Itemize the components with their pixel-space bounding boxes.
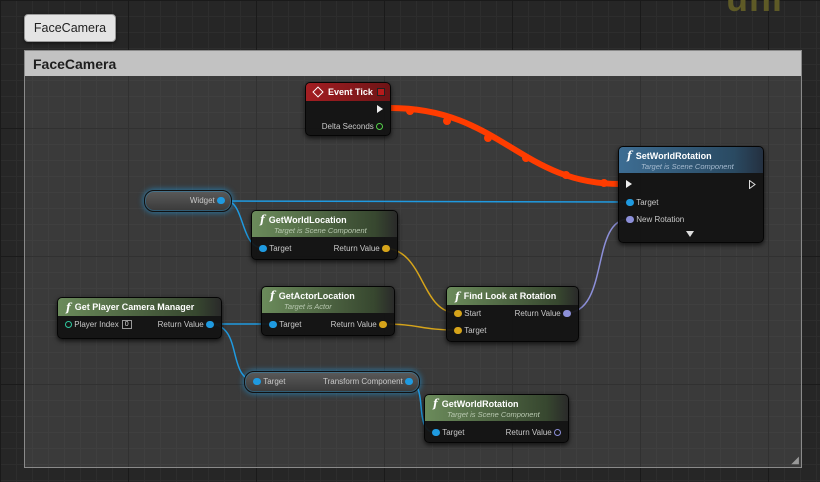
event-tick-delta-pin[interactable]: Delta Seconds — [322, 122, 383, 131]
target-label: Target — [464, 326, 487, 335]
new-rotation-label: New Rotation — [636, 215, 685, 224]
expand-chevron-down-icon[interactable] — [686, 231, 694, 237]
get-world-location-target-pin[interactable]: Target — [259, 244, 291, 253]
get-world-location-node[interactable]: f GetWorldLocation Target is Scene Compon… — [251, 210, 398, 260]
event-tick-node[interactable]: Event Tick Delta Seconds — [305, 82, 391, 136]
find-look-at-rotation-node[interactable]: f Find Look at Rotation Start Target Retu… — [446, 286, 579, 342]
function-icon: f — [455, 289, 460, 303]
event-delegate-icon[interactable] — [377, 88, 385, 96]
start-label: Start — [464, 309, 482, 318]
event-tick-title: Event Tick — [328, 87, 373, 97]
float-pin-icon — [376, 123, 383, 130]
function-icon: f — [627, 149, 632, 162]
get-player-camera-manager-node[interactable]: f Get Player Camera Manager Player Index 0… — [57, 297, 222, 339]
transform-component-node[interactable]: Target Transform Component — [244, 371, 420, 393]
target-label: Target — [636, 198, 659, 207]
rotator-pin-unconnected-icon — [554, 429, 561, 436]
get-actor-location-node[interactable]: f GetActorLocation Target is Actor Target… — [261, 286, 395, 336]
function-icon: f — [260, 213, 265, 226]
wire-widget-to-target — [225, 200, 630, 203]
set-rotation-newrotation-pin[interactable]: New Rotation — [626, 215, 684, 224]
find-look-at-target-pin[interactable]: Target — [454, 326, 486, 335]
get-actor-location-target-pin[interactable]: Target — [269, 320, 301, 329]
get-world-location-header: f GetWorldLocation Target is Scene Compon… — [252, 211, 397, 237]
widget-label: Widget — [189, 196, 215, 205]
function-icon: f — [66, 300, 71, 314]
object-pin-icon — [206, 321, 214, 328]
get-world-rotation-title: GetWorldRotation — [441, 398, 519, 409]
vector-pin-icon — [454, 327, 462, 334]
set-world-rotation-node[interactable]: f SetWorldRotation Target is Scene Compon… — [618, 146, 764, 243]
get-actor-location-title: GetActorLocation — [278, 290, 355, 301]
vector-pin-icon — [454, 310, 462, 317]
camera-manager-title: Get Player Camera Manager — [74, 302, 195, 312]
function-icon: f — [270, 289, 275, 302]
event-tick-exec-out[interactable] — [377, 105, 383, 113]
return-value-label: Return Value — [514, 309, 561, 318]
set-rotation-exec-out[interactable] — [743, 180, 756, 189]
target-label: Target — [442, 428, 465, 437]
find-look-at-header: f Find Look at Rotation — [447, 287, 578, 305]
get-world-rotation-node[interactable]: f GetWorldRotation Target is Scene Compon… — [424, 394, 569, 443]
rotator-pin-icon — [626, 216, 634, 223]
set-world-rotation-header: f SetWorldRotation Target is Scene Compon… — [619, 147, 763, 173]
object-pin-icon — [269, 321, 277, 328]
return-value-label: Return Value — [333, 244, 380, 253]
player-index-pin[interactable]: Player Index 0 — [65, 320, 132, 329]
wire-exec-tick-to-setrotation — [389, 105, 621, 187]
vector-pin-icon — [379, 321, 387, 328]
target-label: Target — [279, 320, 302, 329]
transform-component-label: Transform Component — [323, 377, 403, 386]
exec-out-outline-icon — [749, 180, 756, 189]
target-label: Target — [263, 377, 286, 386]
find-look-at-title: Find Look at Rotation — [463, 291, 557, 301]
set-world-rotation-subtitle: Target is Scene Component — [641, 162, 734, 171]
object-pin-icon — [253, 378, 261, 385]
set-rotation-exec-in[interactable] — [626, 180, 632, 188]
vector-pin-icon — [382, 245, 390, 252]
return-value-label: Return Value — [157, 320, 204, 329]
object-pin-icon — [217, 197, 225, 204]
object-pin-icon — [405, 378, 413, 385]
widget-out-pin[interactable]: Widget — [190, 196, 225, 205]
target-label: Target — [269, 244, 292, 253]
find-look-at-return-pin[interactable]: Return Value — [515, 309, 571, 318]
rotator-pin-icon — [563, 310, 571, 317]
player-index-input[interactable]: 0 — [121, 320, 132, 329]
return-value-label: Return Value — [505, 428, 552, 437]
event-diamond-icon — [312, 86, 324, 98]
delta-seconds-label: Delta Seconds — [321, 122, 374, 131]
get-actor-location-header: f GetActorLocation Target is Actor — [262, 287, 394, 313]
exec-in-arrow-icon — [626, 180, 632, 188]
object-pin-icon — [432, 429, 440, 436]
get-world-location-return-pin[interactable]: Return Value — [334, 244, 390, 253]
camera-manager-return-pin[interactable]: Return Value — [158, 320, 214, 329]
get-world-rotation-target-pin[interactable]: Target — [432, 428, 464, 437]
return-value-label: Return Value — [330, 320, 377, 329]
object-pin-icon — [259, 245, 267, 252]
set-rotation-target-pin[interactable]: Target — [626, 198, 658, 207]
object-pin-icon — [626, 199, 634, 206]
transform-target-pin[interactable]: Target — [253, 377, 285, 386]
get-world-rotation-header: f GetWorldRotation Target is Scene Compon… — [425, 395, 568, 421]
find-look-at-start-pin[interactable]: Start — [454, 309, 481, 318]
camera-manager-header: f Get Player Camera Manager — [58, 298, 221, 316]
get-actor-location-return-pin[interactable]: Return Value — [331, 320, 387, 329]
function-icon: f — [433, 397, 438, 410]
get-world-rotation-subtitle: Target is Scene Component — [447, 410, 540, 419]
int-pin-icon — [65, 321, 72, 328]
exec-out-arrow-icon — [377, 105, 383, 113]
get-world-location-title: GetWorldLocation — [268, 214, 347, 225]
get-world-rotation-return-pin[interactable]: Return Value — [506, 428, 561, 437]
player-index-label: Player Index — [74, 320, 119, 329]
event-tick-header: Event Tick — [306, 83, 390, 101]
get-actor-location-subtitle: Target is Actor — [284, 302, 332, 311]
set-world-rotation-title: SetWorldRotation — [635, 150, 712, 161]
transform-out-pin[interactable]: Transform Component — [323, 377, 413, 386]
get-world-location-subtitle: Target is Scene Component — [274, 226, 367, 235]
widget-variable-node[interactable]: Widget — [144, 190, 232, 212]
